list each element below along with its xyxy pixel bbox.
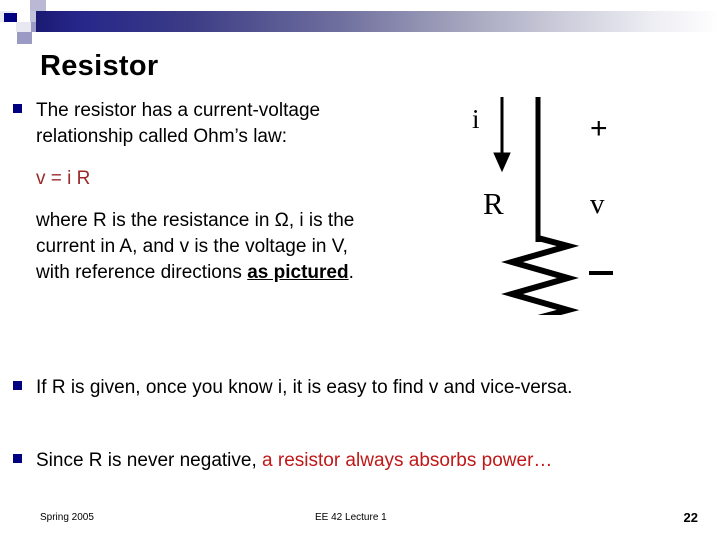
bullet-3-text-black: Since R is never negative, xyxy=(36,450,263,471)
page-title: Resistor xyxy=(40,50,159,82)
square-bullet-icon xyxy=(13,454,22,463)
voltage-label: v xyxy=(590,188,605,220)
footer-term: Spring 2005 xyxy=(40,512,94,523)
header-square-1 xyxy=(30,0,46,11)
bullet-3-text-red: a resistor always absorbs power… xyxy=(262,450,553,471)
current-label: i xyxy=(472,104,480,134)
bullet-3-body: Since R is never negative, a resistor al… xyxy=(36,448,552,474)
header-square-7 xyxy=(17,32,32,44)
footer-course: EE 42 Lecture 1 xyxy=(315,512,387,523)
resistor-schematic-diagram: i R + v xyxy=(450,90,680,315)
ohms-law-formula: v = i R xyxy=(36,168,91,189)
header-square-navy xyxy=(4,13,17,22)
bullet-item-1: The resistor has a current-voltage relat… xyxy=(13,98,373,286)
bullet-2-text: If R is given, once you know i, it is ea… xyxy=(36,377,573,398)
current-arrow-icon xyxy=(493,97,511,173)
slide-header-decoration xyxy=(0,0,720,46)
square-bullet-icon xyxy=(13,104,22,113)
bullet-item-3: Since R is never negative, a resistor al… xyxy=(13,448,713,474)
resistance-label: R xyxy=(483,186,504,221)
slide-footer: Spring 2005 EE 42 Lecture 1 22 xyxy=(0,508,720,532)
header-gradient-bar xyxy=(36,11,720,32)
bullet-1-body: The resistor has a current-voltage relat… xyxy=(36,98,366,286)
slide-number: 22 xyxy=(683,510,698,525)
resistor-zigzag xyxy=(501,235,580,315)
ohms-law-intro-text: The resistor has a current-voltage relat… xyxy=(36,100,321,147)
as-pictured-emphasis: as pictured xyxy=(247,262,349,283)
polarity-positive-label: + xyxy=(590,112,608,145)
ohms-law-definition: where R is the resistance in Ω, i is the… xyxy=(36,208,366,286)
square-bullet-icon xyxy=(13,381,22,390)
bullet-item-2: If R is given, once you know i, it is ea… xyxy=(13,375,713,401)
definition-period: . xyxy=(348,262,354,283)
header-square-5 xyxy=(16,22,31,32)
